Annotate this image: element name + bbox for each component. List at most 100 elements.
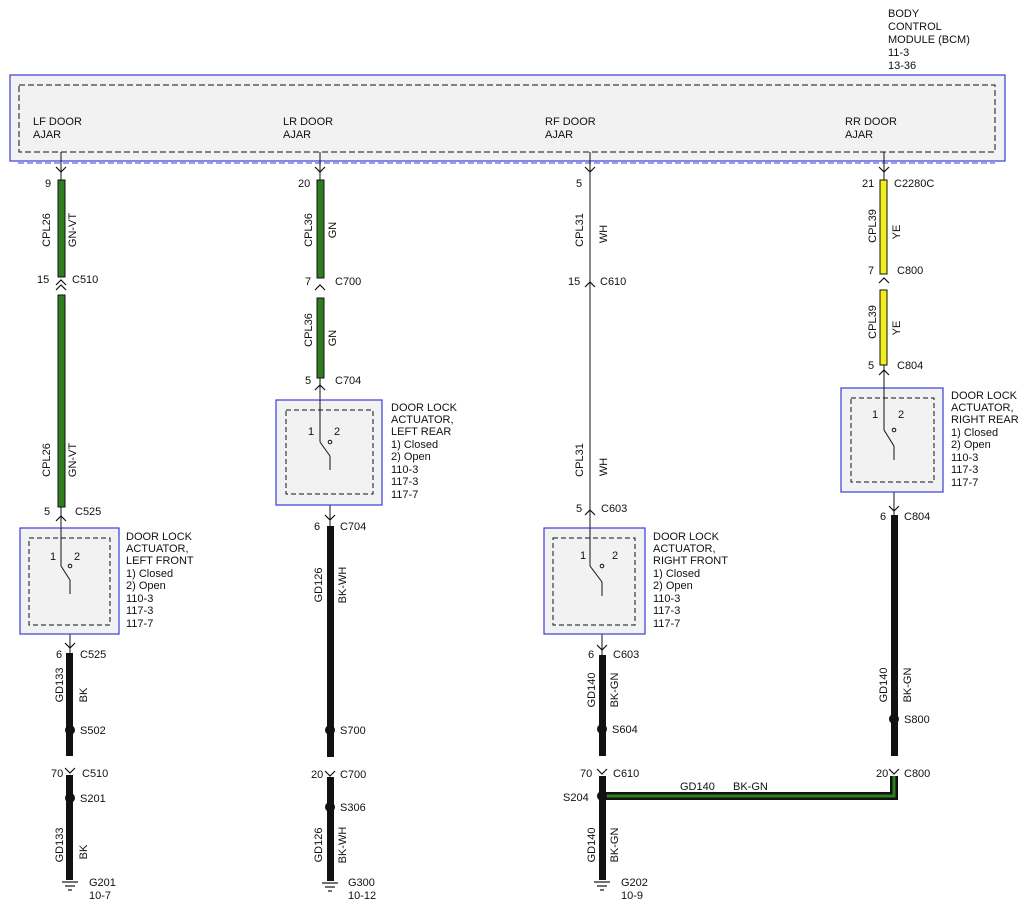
actuator-outline bbox=[840, 387, 944, 493]
pin-number: 15 bbox=[568, 276, 580, 288]
connector-name: C800 bbox=[904, 768, 930, 780]
connector-name: C510 bbox=[72, 274, 98, 286]
connector-chevron bbox=[64, 767, 76, 774]
actuator-title: ACTUATOR, bbox=[391, 414, 454, 426]
splice-dot bbox=[325, 725, 335, 735]
actuator-state: 1) Closed bbox=[653, 568, 700, 580]
actuator-left-rear: 1 2 DOOR LOCK ACTUATOR, LEFT REAR 1) Clo… bbox=[275, 399, 458, 506]
wire-segment bbox=[316, 297, 325, 379]
switch-pin-label: 1 bbox=[50, 551, 56, 563]
pin-number: 5 bbox=[305, 375, 311, 387]
connector-chevron bbox=[888, 768, 900, 775]
splice-label: S306 bbox=[340, 802, 366, 814]
jumper-color-label: BK-GN bbox=[733, 781, 768, 793]
input-label-lf: LF DOOR bbox=[33, 116, 82, 128]
actuator-title: RIGHT FRONT bbox=[653, 555, 728, 567]
connector-chevron bbox=[596, 768, 608, 775]
connector-name: C800 bbox=[897, 265, 923, 277]
jumper-circuit-label: GD140 bbox=[680, 781, 715, 793]
pin-number: 6 bbox=[56, 649, 62, 661]
splice-label: S204 bbox=[563, 792, 589, 804]
pin-number: 6 bbox=[880, 511, 886, 523]
pin-number: 5 bbox=[44, 506, 50, 518]
wire-circuit-label: GD126 bbox=[313, 828, 325, 863]
wire-color-label: BK-WH bbox=[337, 567, 349, 604]
wire-color-label: BK-GN bbox=[609, 673, 621, 708]
wire-segment bbox=[57, 294, 66, 508]
connector-name: C525 bbox=[75, 506, 101, 518]
connector-name: C525 bbox=[80, 649, 106, 661]
input-label-rr: AJAR bbox=[845, 129, 873, 141]
input-label-rr: RR DOOR bbox=[845, 116, 897, 128]
actuator-state: 2) Open bbox=[951, 439, 991, 451]
splice-dot bbox=[597, 791, 607, 801]
actuator-state: 2) Open bbox=[126, 580, 166, 592]
wire-color-label: BK-GN bbox=[902, 668, 914, 703]
wire-circuit-label: GD140 bbox=[586, 673, 598, 708]
actuator-title: ACTUATOR, bbox=[126, 543, 189, 555]
actuator-ref: 117-3 bbox=[653, 605, 680, 617]
connector-chevron bbox=[314, 284, 326, 291]
wiring-diagram: BODY CONTROL MODULE (BCM) 11-3 13-36 LF … bbox=[9, 8, 1019, 902]
connector-name: C804 bbox=[904, 511, 930, 523]
input-label-rf: RF DOOR bbox=[545, 116, 596, 128]
actuator-title: DOOR LOCK bbox=[126, 531, 193, 543]
pin-number: 70 bbox=[580, 768, 592, 780]
pin-number: 5 bbox=[576, 503, 582, 515]
actuator-state: 1) Closed bbox=[126, 568, 173, 580]
pin-number: 7 bbox=[305, 276, 311, 288]
wire-circuit-label: GD140 bbox=[586, 828, 598, 863]
splice-dot bbox=[889, 714, 899, 724]
wire-circuit-label: GD133 bbox=[54, 668, 66, 703]
switch-pin-label: 2 bbox=[334, 426, 340, 438]
actuator-state: 1) Closed bbox=[951, 427, 998, 439]
module-ref: 13-36 bbox=[888, 60, 916, 72]
wire-segment bbox=[327, 526, 334, 757]
connector-name: C704 bbox=[335, 375, 361, 387]
actuator-title: DOOR LOCK bbox=[951, 390, 1018, 402]
wire-segment bbox=[66, 775, 73, 880]
actuator-ref: 110-3 bbox=[653, 593, 680, 605]
wire-segment bbox=[599, 655, 606, 756]
pin-number: 6 bbox=[314, 521, 320, 533]
switch-pin-label: 1 bbox=[872, 409, 878, 421]
switch-pin-label: 2 bbox=[898, 409, 904, 421]
wire-color-label: WH bbox=[598, 225, 610, 243]
input-label-rf: AJAR bbox=[545, 129, 573, 141]
connector-name: C510 bbox=[82, 768, 108, 780]
splice-dot bbox=[597, 724, 607, 734]
pin-labels: 9 15 C510 5 C525 6 C525 70 C510 20 7 C70… bbox=[37, 178, 934, 781]
pin-number: 20 bbox=[298, 178, 310, 190]
actuator-right-rear: 1 2 DOOR LOCK ACTUATOR, RIGHT REAR 1) Cl… bbox=[840, 387, 1019, 493]
actuator-ref: 117-3 bbox=[391, 476, 418, 488]
module-ref: 11-3 bbox=[888, 47, 909, 59]
wire-circuit-label: CPL39 bbox=[867, 209, 879, 243]
actuator-title: LEFT REAR bbox=[391, 426, 451, 438]
pin-number: 21 bbox=[862, 178, 874, 190]
actuator-ref: 117-7 bbox=[653, 618, 680, 630]
switch-pin-label: 1 bbox=[580, 550, 586, 562]
wire-color-label: YE bbox=[891, 225, 903, 240]
actuator-ref: 117-7 bbox=[126, 618, 153, 630]
switch-pin-label: 2 bbox=[612, 550, 618, 562]
wire-color-label: GN-VT bbox=[67, 213, 79, 248]
ground-labels: G201 10-7 G300 10-12 G202 10-9 bbox=[89, 877, 648, 902]
wire-color-label: BK-WH bbox=[337, 827, 349, 864]
wire-color-label: WH bbox=[598, 458, 610, 476]
wire-segment bbox=[879, 289, 888, 366]
actuator-title: LEFT FRONT bbox=[126, 555, 194, 567]
input-label-lr: LR DOOR bbox=[283, 116, 333, 128]
actuator-title: ACTUATOR, bbox=[951, 402, 1014, 414]
wire-circuit-label: CPL31 bbox=[574, 443, 586, 477]
pin-number: 6 bbox=[588, 649, 594, 661]
actuator-ref: 110-3 bbox=[951, 452, 978, 464]
input-label-lf: AJAR bbox=[33, 129, 61, 141]
connector-chevron bbox=[324, 770, 336, 777]
wire-circuit-label: CPL36 bbox=[303, 313, 315, 347]
wire-circuit-label: CPL39 bbox=[867, 305, 879, 339]
wire-circuit-label: GD126 bbox=[313, 568, 325, 603]
connector-name: C610 bbox=[613, 768, 639, 780]
module-title-line: MODULE (BCM) bbox=[888, 34, 970, 46]
actuator-ref: 117-7 bbox=[951, 477, 978, 489]
wire-circuit-label: GD140 bbox=[878, 668, 890, 703]
